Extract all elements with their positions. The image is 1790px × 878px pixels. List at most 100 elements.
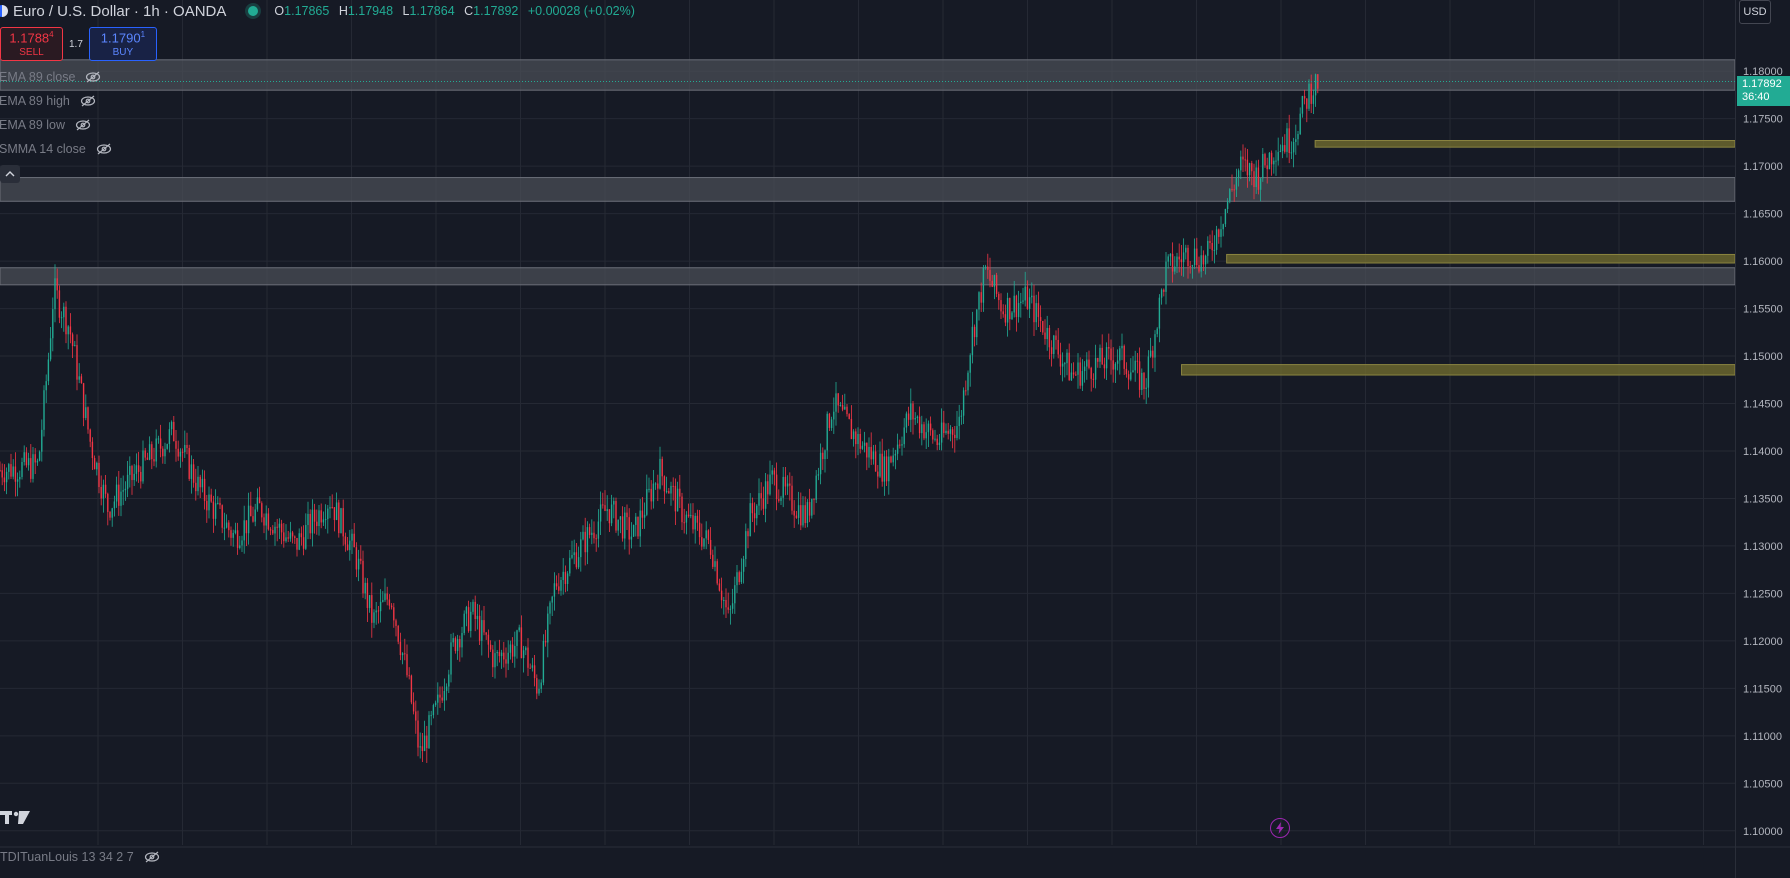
candle bbox=[129, 456, 131, 488]
candle-body bbox=[241, 540, 243, 546]
candle-body bbox=[657, 483, 659, 489]
indicator-ema-89-close[interactable]: EMA 89 close bbox=[0, 65, 112, 89]
candle-body bbox=[830, 419, 833, 428]
candle-body bbox=[1277, 152, 1279, 161]
candle-body bbox=[1262, 154, 1264, 179]
candle bbox=[1002, 304, 1004, 318]
candle bbox=[1218, 228, 1220, 244]
candle-body bbox=[67, 326, 69, 335]
candle-body bbox=[676, 488, 679, 512]
candle bbox=[146, 452, 149, 461]
candle-body bbox=[965, 390, 967, 392]
candle-body bbox=[430, 715, 432, 717]
sell-button[interactable]: 1.17884 SELL bbox=[0, 27, 63, 61]
candle bbox=[307, 501, 309, 540]
candle-body bbox=[580, 539, 582, 558]
candle bbox=[969, 353, 971, 387]
hidden-eye-icon[interactable] bbox=[85, 71, 101, 83]
hidden-eye-icon[interactable] bbox=[96, 143, 112, 155]
candle-body bbox=[274, 526, 276, 534]
indicator-smma-14-close[interactable]: SMMA 14 close bbox=[0, 137, 112, 161]
buy-button[interactable]: 1.17901 BUY bbox=[88, 27, 157, 61]
candle-body bbox=[1138, 361, 1141, 390]
candle-body bbox=[756, 505, 758, 519]
candle bbox=[555, 575, 558, 590]
indicator-ema-89-high[interactable]: EMA 89 high bbox=[0, 89, 112, 113]
candle-body bbox=[549, 602, 551, 614]
candle bbox=[1193, 238, 1196, 269]
symbol-title[interactable]: Euro / U.S. Dollar · 1h · OANDA bbox=[13, 3, 226, 20]
candle bbox=[714, 546, 716, 572]
candle-body bbox=[833, 411, 835, 420]
candle bbox=[1127, 370, 1130, 390]
candle-body bbox=[214, 503, 217, 519]
candle-body bbox=[630, 536, 633, 540]
candle-body bbox=[0, 469, 1, 471]
candle bbox=[758, 478, 760, 516]
candle bbox=[780, 495, 782, 506]
candle-body bbox=[87, 407, 89, 430]
candle bbox=[1277, 137, 1279, 166]
candle bbox=[324, 504, 327, 529]
candle bbox=[575, 543, 578, 570]
currency-button[interactable]: USD bbox=[1739, 0, 1771, 24]
candle bbox=[1101, 334, 1103, 365]
candle-body bbox=[1130, 372, 1132, 380]
candle-body bbox=[828, 413, 831, 428]
hidden-eye-icon[interactable] bbox=[75, 119, 91, 131]
candle bbox=[397, 624, 399, 645]
candle bbox=[27, 452, 30, 471]
collapse-legend-button[interactable] bbox=[0, 165, 20, 183]
trade-panel: 1.17884 SELL 1.7 1.17901 BUY bbox=[0, 27, 157, 61]
candle-body bbox=[1143, 372, 1145, 389]
candle-body bbox=[131, 466, 133, 481]
tradingview-logo-icon[interactable] bbox=[0, 811, 32, 825]
candle bbox=[562, 558, 564, 595]
candle-body bbox=[683, 522, 685, 524]
candle-body bbox=[707, 530, 710, 540]
candle-body bbox=[1187, 247, 1189, 267]
flash-icon[interactable] bbox=[1270, 818, 1290, 838]
candle-body bbox=[126, 474, 129, 489]
candle-body bbox=[98, 462, 100, 487]
candle bbox=[1033, 284, 1035, 336]
candle bbox=[1114, 362, 1117, 384]
candle bbox=[1149, 337, 1152, 358]
candle-body bbox=[938, 442, 941, 446]
candle-body bbox=[322, 519, 325, 523]
candle-body bbox=[736, 572, 738, 586]
candle-body bbox=[1101, 347, 1103, 365]
candle bbox=[1055, 330, 1057, 350]
candle bbox=[775, 462, 778, 511]
candle-body bbox=[74, 345, 76, 347]
hidden-eye-icon[interactable] bbox=[144, 851, 160, 863]
candle-body bbox=[760, 493, 762, 499]
candle-body bbox=[679, 488, 681, 497]
candle-body bbox=[758, 493, 760, 506]
candle-body bbox=[789, 483, 791, 486]
candle bbox=[558, 573, 560, 595]
candle bbox=[445, 683, 448, 701]
candle bbox=[586, 521, 589, 565]
candle-body bbox=[397, 625, 399, 642]
candle bbox=[69, 313, 72, 344]
candle bbox=[58, 285, 61, 324]
candle bbox=[1156, 327, 1158, 338]
hidden-eye-icon[interactable] bbox=[80, 95, 96, 107]
candle bbox=[707, 529, 710, 545]
price-axis[interactable]: 1.10000 1.10500 1.11000 1.11500 1.12000 1.125… bbox=[0, 0, 1790, 878]
candle bbox=[98, 455, 100, 494]
last-price-value: 1.17892 bbox=[1742, 78, 1782, 90]
candle bbox=[1044, 319, 1046, 345]
candle-body bbox=[481, 620, 483, 641]
candle bbox=[426, 725, 428, 763]
bottom-indicator-legend[interactable]: TDITuanLouis 13 34 2 7 bbox=[0, 850, 160, 864]
candle bbox=[401, 652, 404, 665]
candle-body bbox=[118, 484, 120, 506]
indicator-ema-89-low[interactable]: EMA 89 low bbox=[0, 113, 112, 137]
candle-body bbox=[674, 485, 677, 512]
candle-body bbox=[762, 498, 765, 509]
candle bbox=[16, 472, 19, 497]
price-chart[interactable]: 1.10000 1.10500 1.11000 1.11500 1.12000 1.125… bbox=[0, 0, 1790, 878]
candle-body bbox=[1202, 255, 1205, 265]
